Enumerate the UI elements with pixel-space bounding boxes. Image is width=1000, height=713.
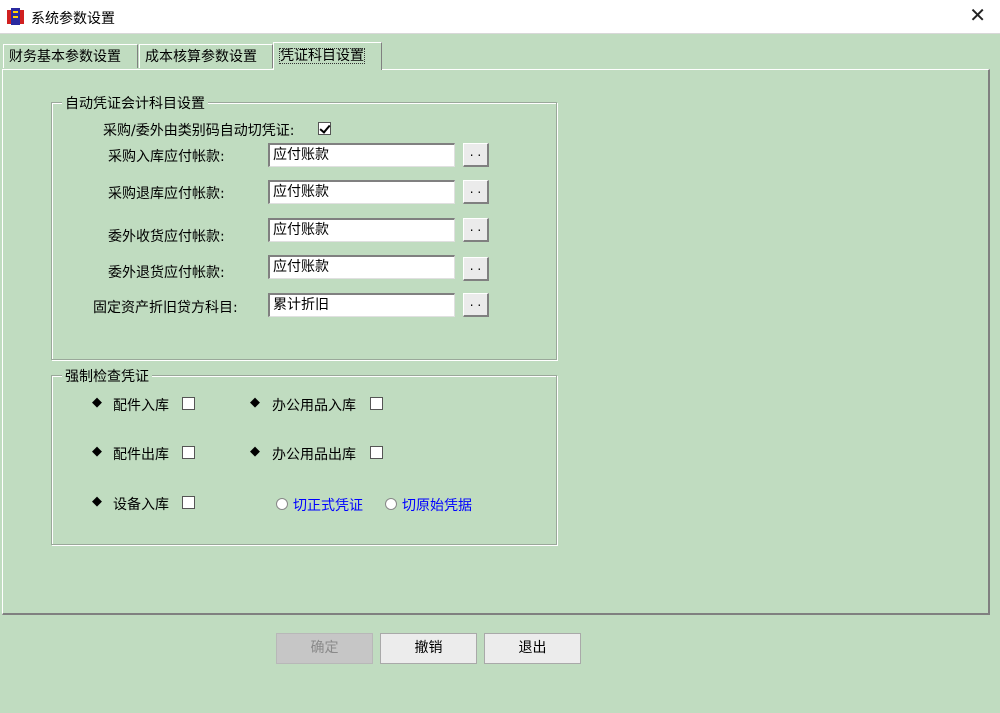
group-title: 强制检查凭证 <box>62 366 152 386</box>
equipment-in-checkbox[interactable] <box>182 496 195 509</box>
equipment-in-label: 设备入库 <box>113 497 169 513</box>
tab-label: 凭证科目设置 <box>279 48 365 64</box>
auto-cut-label: 采购/委外由类别码自动切凭证: <box>103 123 295 139</box>
outsource-receive-payable-field[interactable]: 应付账款 <box>268 218 455 242</box>
outsource-return-payable-label: 委外退货应付帐款: <box>108 265 225 281</box>
parts-in-checkbox[interactable] <box>182 397 195 410</box>
purchase-return-payable-field[interactable]: 应付账款 <box>268 180 455 204</box>
window-title: 系统参数设置 <box>31 11 115 27</box>
tab-label: 成本核算参数设置 <box>145 49 257 65</box>
parts-in-label: 配件入库 <box>113 398 169 414</box>
close-icon[interactable]: ✕ <box>969 5 986 25</box>
bullet-icon: ◆ <box>250 444 260 459</box>
outsource-receive-payable-browse-button[interactable]: . . <box>463 218 489 242</box>
office-out-checkbox[interactable] <box>370 446 383 459</box>
office-out-label: 办公用品出库 <box>272 447 356 463</box>
ok-button[interactable]: 确定 <box>276 633 373 664</box>
purchase-in-payable-field[interactable]: 应付账款 <box>268 143 455 167</box>
bullet-icon: ◆ <box>92 444 102 459</box>
bullet-icon: ◆ <box>250 395 260 410</box>
bullet-icon: ◆ <box>92 395 102 410</box>
bullet-icon: ◆ <box>92 494 102 509</box>
purchase-in-payable-browse-button[interactable]: . . <box>463 143 489 167</box>
outsource-return-payable-browse-button[interactable]: . . <box>463 257 489 281</box>
office-in-label: 办公用品入库 <box>272 398 356 414</box>
office-in-checkbox[interactable] <box>370 397 383 410</box>
outsource-return-payable-field[interactable]: 应付账款 <box>268 255 455 279</box>
original-voucher-label[interactable]: 切原始凭据 <box>402 495 472 515</box>
depreciation-credit-field[interactable]: 累计折旧 <box>268 293 455 317</box>
purchase-return-payable-browse-button[interactable]: . . <box>463 180 489 204</box>
tab-finance-basic[interactable]: 财务基本参数设置 <box>3 44 138 68</box>
depreciation-credit-browse-button[interactable]: . . <box>463 293 489 317</box>
formal-voucher-radio[interactable] <box>276 498 288 510</box>
tab-cost-accounting[interactable]: 成本核算参数设置 <box>139 44 273 68</box>
cancel-button[interactable]: 撤销 <box>380 633 477 664</box>
original-voucher-radio[interactable] <box>385 498 397 510</box>
parts-out-checkbox[interactable] <box>182 446 195 459</box>
parts-out-label: 配件出库 <box>113 447 169 463</box>
purchase-in-payable-label: 采购入库应付帐款: <box>108 149 225 165</box>
group-title: 自动凭证会计科目设置 <box>62 93 208 113</box>
app-icon <box>7 8 24 25</box>
depreciation-credit-label: 固定资产折旧贷方科目: <box>93 300 238 316</box>
tab-voucher-subjects[interactable]: 凭证科目设置 <box>273 42 382 70</box>
purchase-return-payable-label: 采购退库应付帐款: <box>108 186 225 202</box>
formal-voucher-label[interactable]: 切正式凭证 <box>293 495 363 515</box>
outsource-receive-payable-label: 委外收货应付帐款: <box>108 229 225 245</box>
title-bar: 系统参数设置 ✕ <box>0 0 1000 34</box>
tab-label: 财务基本参数设置 <box>9 49 121 65</box>
auto-cut-checkbox[interactable] <box>318 122 331 135</box>
exit-button[interactable]: 退出 <box>484 633 581 664</box>
